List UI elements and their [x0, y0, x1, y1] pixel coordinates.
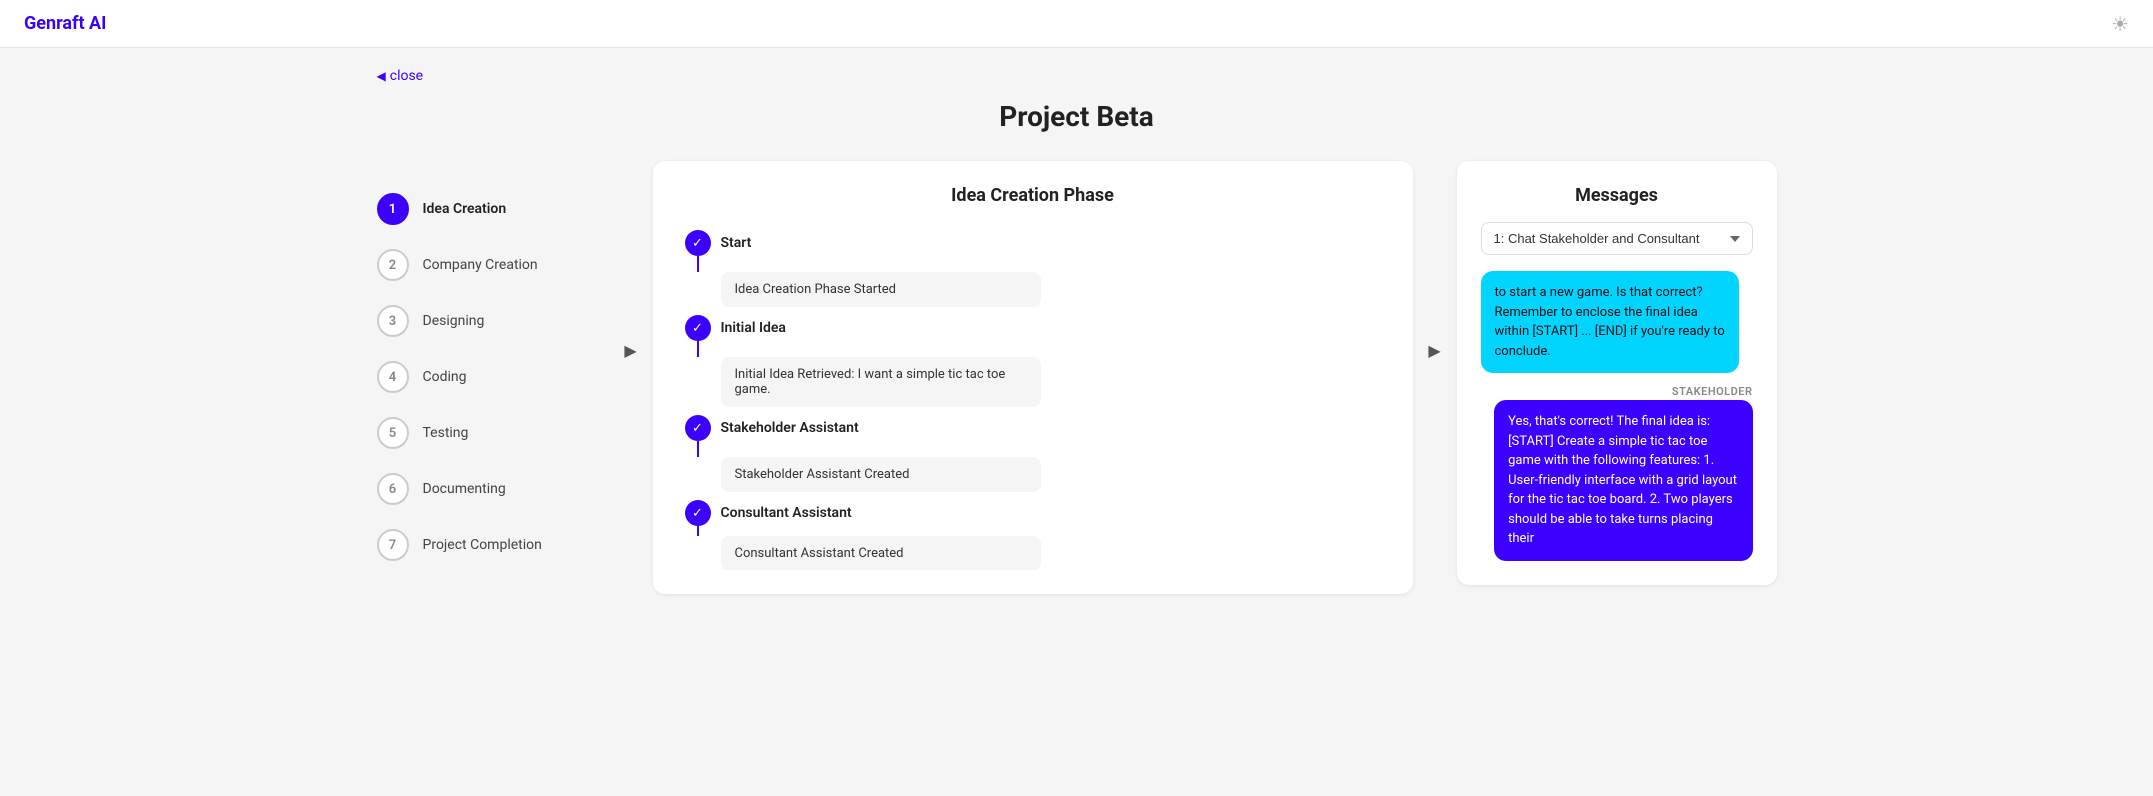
checkmark-icon-3: ✓: [692, 421, 703, 436]
close-link-row: ◀ close: [377, 68, 1777, 84]
timeline-row-start: ✓ Start: [685, 230, 1389, 256]
timeline-line-consultant: [697, 526, 699, 536]
message-bubble-cyan: to start a new game. Is that correct? Re…: [1481, 271, 1739, 373]
timeline-icon-stakeholder: ✓: [685, 415, 711, 441]
checkmark-icon: ✓: [692, 236, 703, 251]
step-circle-3: 3: [377, 305, 409, 337]
timeline-line-start: [697, 256, 699, 272]
checkmark-icon-4: ✓: [692, 506, 703, 521]
step-circle-1: 1: [377, 193, 409, 225]
nav-arrow-right[interactable]: ▶: [1421, 161, 1449, 360]
timeline-label-initial-idea: Initial Idea: [721, 320, 786, 336]
message-sender-stakeholder: STAKEHOLDER: [1672, 385, 1753, 398]
timeline-line-stakeholder: [697, 441, 699, 457]
page-title: Project Beta: [999, 100, 1154, 133]
messages-title: Messages: [1481, 185, 1753, 206]
messages-panel: Messages 1: Chat Stakeholder and Consult…: [1457, 161, 1777, 585]
sidebar-item-coding[interactable]: 4 Coding: [377, 349, 617, 405]
timeline-label-consultant: Consultant Assistant: [721, 505, 852, 521]
timeline-card-start: Idea Creation Phase Started: [721, 272, 1041, 307]
sidebar-item-documenting[interactable]: 6 Documenting: [377, 461, 617, 517]
message-wrapper-blue: STAKEHOLDER Yes, that's correct! The fin…: [1481, 385, 1753, 561]
step-circle-4: 4: [377, 361, 409, 393]
step-circle-7: 7: [377, 529, 409, 561]
step-label-1: Idea Creation: [423, 201, 507, 217]
messages-dropdown[interactable]: 1: Chat Stakeholder and Consultant: [1481, 222, 1753, 255]
step-label-7: Project Completion: [423, 537, 542, 553]
step-label-5: Testing: [423, 425, 469, 441]
timeline-label-stakeholder: Stakeholder Assistant: [721, 420, 859, 436]
timeline-icon-initial-idea: ✓: [685, 315, 711, 341]
step-label-4: Coding: [423, 369, 467, 385]
timeline-row-stakeholder: ✓ Stakeholder Assistant: [685, 415, 1389, 441]
sidebar-item-project-completion[interactable]: 7 Project Completion: [377, 517, 617, 573]
close-link[interactable]: ◀ close: [377, 68, 424, 84]
step-label-6: Documenting: [423, 481, 506, 497]
step-circle-6: 6: [377, 473, 409, 505]
header: Genraft AI ☀: [0, 0, 2153, 48]
sidebar-item-idea-creation[interactable]: 1 Idea Creation: [377, 181, 617, 237]
step-circle-2: 2: [377, 249, 409, 281]
timeline-card-consultant: Consultant Assistant Created: [721, 536, 1041, 570]
timeline-step-initial-idea: ✓ Initial Idea Initial Idea Retrieved: I…: [685, 315, 1389, 415]
timeline-card-stakeholder: Stakeholder Assistant Created: [721, 457, 1041, 492]
close-label: close: [390, 68, 423, 84]
message-wrapper-cyan: to start a new game. Is that correct? Re…: [1481, 271, 1753, 373]
message-bubble-blue: Yes, that's correct! The final idea is: …: [1494, 400, 1752, 561]
messages-list: to start a new game. Is that correct? Re…: [1481, 271, 1753, 561]
timeline-card-initial-idea: Initial Idea Retrieved: I want a simple …: [721, 357, 1041, 407]
timeline-icon-consultant: ✓: [685, 500, 711, 526]
timeline: ✓ Start Idea Creation Phase Started ✓ In…: [677, 230, 1389, 570]
logo[interactable]: Genraft AI: [24, 13, 106, 34]
theme-icon[interactable]: ☀: [2111, 12, 2129, 36]
timeline-icon-start: ✓: [685, 230, 711, 256]
timeline-row-consultant: ✓ Consultant Assistant: [685, 500, 1389, 526]
step-circle-5: 5: [377, 417, 409, 449]
sidebar-item-company-creation[interactable]: 2 Company Creation: [377, 237, 617, 293]
sidebar: 1 Idea Creation 2 Company Creation 3 Des…: [377, 161, 617, 593]
timeline-line-initial-idea: [697, 341, 699, 357]
timeline-step-start: ✓ Start Idea Creation Phase Started: [685, 230, 1389, 315]
center-panel: Idea Creation Phase ✓ Start Idea Creatio…: [653, 161, 1413, 594]
timeline-label-start: Start: [721, 235, 752, 251]
timeline-row-initial-idea: ✓ Initial Idea: [685, 315, 1389, 341]
close-arrow-icon: ◀: [377, 69, 386, 83]
timeline-step-consultant: ✓ Consultant Assistant Consultant Assist…: [685, 500, 1389, 570]
main-content: ◀ close Project Beta 1 Idea Creation 2 C…: [0, 48, 2153, 614]
checkmark-icon-2: ✓: [692, 321, 703, 336]
timeline-step-stakeholder: ✓ Stakeholder Assistant Stakeholder Assi…: [685, 415, 1389, 500]
sidebar-item-testing[interactable]: 5 Testing: [377, 405, 617, 461]
nav-arrow-left[interactable]: ▶: [617, 161, 645, 360]
step-label-2: Company Creation: [423, 257, 538, 273]
content-row: 1 Idea Creation 2 Company Creation 3 Des…: [377, 161, 1777, 594]
center-panel-title: Idea Creation Phase: [677, 185, 1389, 206]
sidebar-item-designing[interactable]: 3 Designing: [377, 293, 617, 349]
step-label-3: Designing: [423, 313, 485, 329]
